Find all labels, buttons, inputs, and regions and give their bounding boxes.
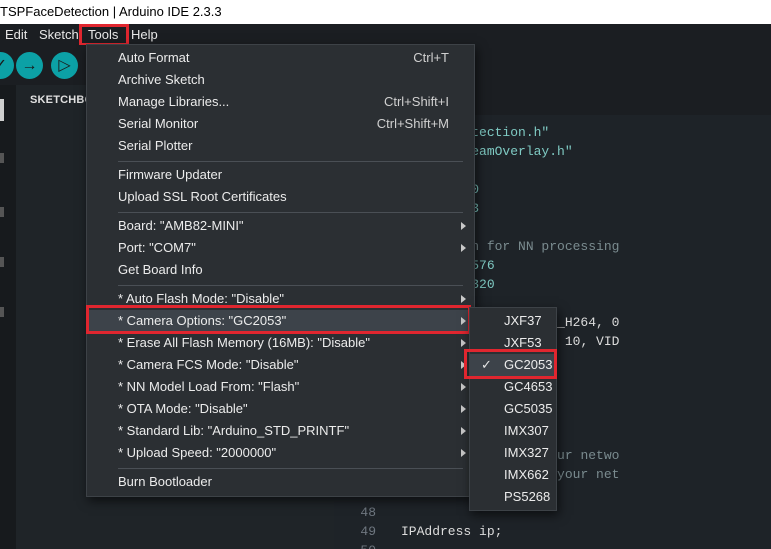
line-number: 50 <box>334 541 376 549</box>
debug-icon[interactable]: ▷ <box>51 52 78 79</box>
window-title: TSPFaceDetection | Arduino IDE 2.3.3 <box>0 0 771 24</box>
code-line[interactable]: 50 <box>334 541 771 549</box>
menubar: Edit Sketch Tools Help <box>0 24 771 45</box>
tools-menu: Auto Format Ctrl+T Archive Sketch Manage … <box>86 44 475 497</box>
menu-divider <box>118 468 463 469</box>
arrow-right-icon[interactable]: → <box>16 52 43 79</box>
camera-option-imx662[interactable]: IMX662 <box>470 464 556 486</box>
boards-icon[interactable] <box>0 153 4 163</box>
camera-option-imx327[interactable]: IMX327 <box>470 442 556 464</box>
menu-item-serial-monitor[interactable]: Serial Monitor Ctrl+Shift+M <box>87 113 474 135</box>
sidebar-title: SKETCHBO <box>30 94 94 106</box>
chevron-right-icon <box>461 317 466 325</box>
menu-item-ota-mode[interactable]: * OTA Mode: "Disable" <box>87 398 474 420</box>
camera-submenu: JXF37 JXF53 ✓ GC2053 GC4653 GC5035 IMX307… <box>469 307 557 511</box>
menu-item-firmware-updater[interactable]: Firmware Updater <box>87 164 474 186</box>
menu-item-auto-flash[interactable]: * Auto Flash Mode: "Disable" <box>87 288 474 310</box>
menu-item-nn-model[interactable]: * NN Model Load From: "Flash" <box>87 376 474 398</box>
activity-bar <box>0 85 16 549</box>
chevron-right-icon <box>461 449 466 457</box>
camera-option-jxf53[interactable]: JXF53 <box>470 332 556 354</box>
chevron-right-icon <box>461 339 466 347</box>
camera-option-imx307[interactable]: IMX307 <box>470 420 556 442</box>
menu-divider <box>118 161 463 162</box>
menu-tools[interactable]: Tools <box>88 24 118 45</box>
code-token: IPAddress ip; <box>401 524 503 539</box>
sketchbook-icon[interactable] <box>0 99 4 121</box>
menu-item-std-lib[interactable]: * Standard Lib: "Arduino_STD_PRINTF" <box>87 420 474 442</box>
menu-item-upload-ssl[interactable]: Upload SSL Root Certificates <box>87 186 474 208</box>
camera-option-jxf37[interactable]: JXF37 <box>470 310 556 332</box>
menu-divider <box>118 212 463 213</box>
menu-item-board-info[interactable]: Get Board Info <box>87 259 474 281</box>
camera-option-gc2053[interactable]: ✓ GC2053 <box>470 354 556 376</box>
menu-item-board[interactable]: Board: "AMB82-MINI" <box>87 215 474 237</box>
menu-item-archive-sketch[interactable]: Archive Sketch <box>87 69 474 91</box>
chevron-right-icon <box>461 295 466 303</box>
menu-item-serial-plotter[interactable]: Serial Plotter <box>87 135 474 157</box>
library-icon[interactable] <box>0 207 4 217</box>
chevron-right-icon <box>461 427 466 435</box>
chevron-right-icon <box>461 222 466 230</box>
code-line[interactable]: 49 IPAddress ip; <box>334 522 771 541</box>
menu-item-burn-bootloader[interactable]: Burn Bootloader <box>87 471 474 493</box>
menu-item-port[interactable]: Port: "COM7" <box>87 237 474 259</box>
menu-help[interactable]: Help <box>131 24 158 45</box>
menu-sketch[interactable]: Sketch <box>39 24 79 45</box>
menu-edit[interactable]: Edit <box>5 24 27 45</box>
menu-divider <box>118 285 463 286</box>
debug-panel-icon[interactable] <box>0 257 4 267</box>
menu-item-upload-speed[interactable]: * Upload Speed: "2000000" <box>87 442 474 464</box>
menu-item-erase-flash[interactable]: * Erase All Flash Memory (16MB): "Disabl… <box>87 332 474 354</box>
check-icon: ✓ <box>481 357 492 372</box>
line-number: 48 <box>360 505 376 520</box>
line-number: 49 <box>360 524 376 539</box>
menu-item-camera-options[interactable]: * Camera Options: "GC2053" <box>87 310 474 332</box>
camera-option-gc4653[interactable]: GC4653 <box>470 376 556 398</box>
menu-item-manage-libraries[interactable]: Manage Libraries... Ctrl+Shift+I <box>87 91 474 113</box>
search-icon[interactable] <box>0 307 4 317</box>
chevron-right-icon <box>461 383 466 391</box>
menu-item-auto-format[interactable]: Auto Format Ctrl+T <box>87 47 474 69</box>
camera-option-gc5035[interactable]: GC5035 <box>470 398 556 420</box>
chevron-right-icon <box>461 405 466 413</box>
chevron-right-icon <box>461 244 466 252</box>
menu-item-camera-fcs[interactable]: * Camera FCS Mode: "Disable" <box>87 354 474 376</box>
chevron-right-icon <box>461 361 466 369</box>
camera-option-ps5268[interactable]: PS5268 <box>470 486 556 508</box>
check-icon[interactable]: ✓ <box>0 52 14 79</box>
code-text: IPAddress ip; <box>401 522 502 541</box>
